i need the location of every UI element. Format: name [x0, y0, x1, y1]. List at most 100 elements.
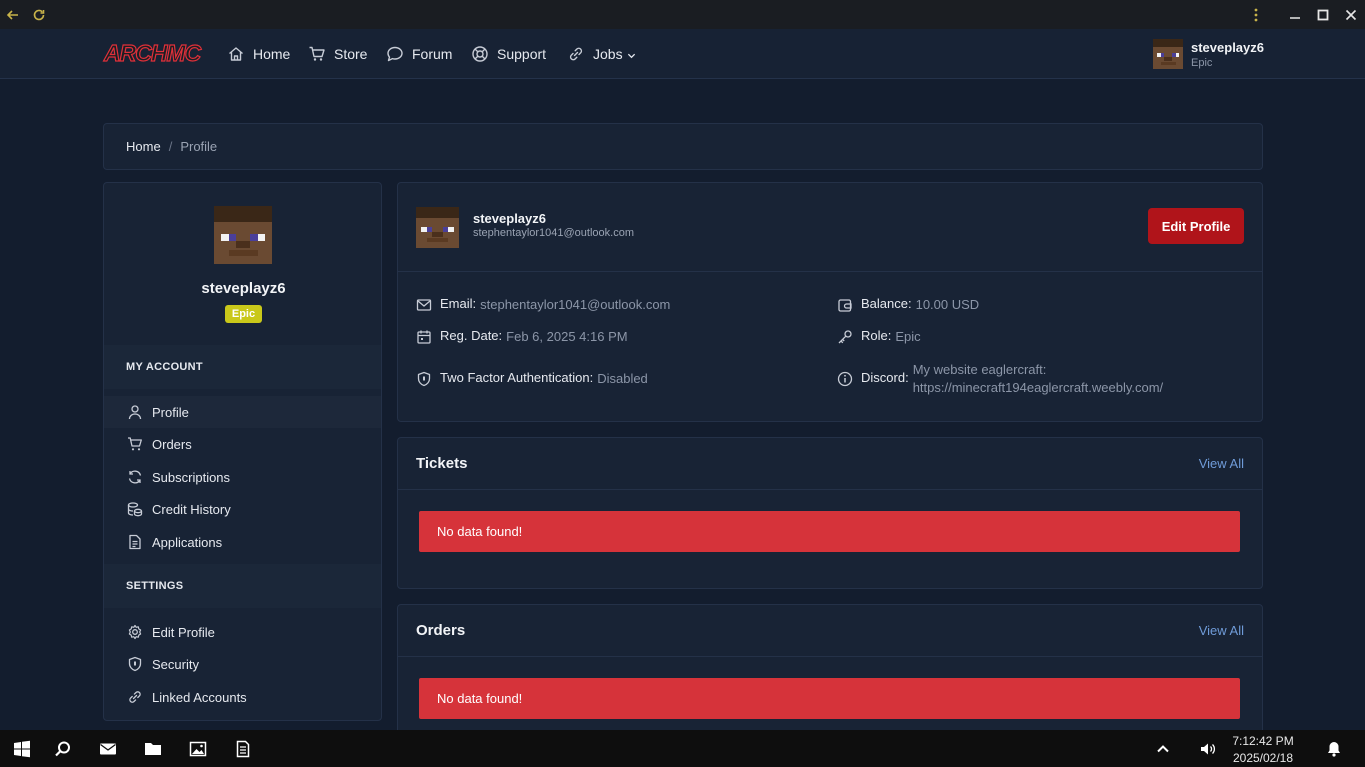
orders-empty-alert: No data found! — [419, 678, 1240, 719]
profile-info-card: steveplayz6 stephentaylor1041@outlook.co… — [397, 182, 1263, 422]
sidebar-item-label: Security — [152, 656, 199, 672]
browser-toolbar — [0, 0, 1365, 29]
link-icon — [569, 47, 583, 61]
divider — [398, 271, 1262, 272]
nav-jobs-label: Jobs — [593, 46, 623, 62]
home-icon — [229, 47, 243, 61]
sidebar-item-applications[interactable]: Applications — [104, 526, 381, 558]
nav-support[interactable]: Support — [471, 45, 546, 63]
profile-name: steveplayz6 — [473, 211, 546, 226]
start-icon[interactable] — [0, 730, 44, 767]
user-name: steveplayz6 — [1191, 40, 1264, 55]
tickets-card: Tickets View All No data found! — [397, 437, 1263, 589]
settings-heading: SETTINGS — [104, 564, 381, 608]
orders-view-all-link[interactable]: View All — [1199, 623, 1244, 638]
search-icon[interactable] — [41, 730, 85, 767]
rank-badge: Epic — [225, 305, 262, 323]
balance-field: Balance: 10.00 USD — [837, 296, 979, 314]
breadcrumb-separator: / — [168, 139, 173, 154]
clock-time: 7:12:42 PM — [1232, 734, 1294, 748]
site-navbar: ARCHMC Home Store Forum Support Jobs ste… — [0, 29, 1365, 79]
two-factor-value: Disabled — [597, 371, 648, 386]
discord-value: My website eaglercraft: https://minecraf… — [912, 362, 1164, 395]
user-role: Epic — [1191, 57, 1213, 69]
sidebar-item-label: Profile — [152, 404, 189, 420]
document-icon — [129, 534, 141, 550]
email-field: Email: stephentaylor1041@outlook.com — [416, 296, 670, 314]
profile-email: stephentaylor1041@outlook.com — [473, 227, 634, 239]
balance-value: 10.00 USD — [915, 297, 980, 312]
sidebar-item-orders[interactable]: Orders — [104, 428, 381, 460]
chat-icon — [387, 46, 403, 62]
shield-icon — [128, 656, 142, 672]
reg-date-value: Feb 6, 2025 4:16 PM — [506, 329, 628, 344]
orders-title: Orders — [416, 622, 466, 639]
document-icon[interactable] — [221, 730, 265, 767]
sidebar-item-label: Credit History — [152, 501, 231, 517]
link-icon — [129, 691, 141, 703]
volume-icon[interactable] — [1186, 730, 1230, 767]
close-icon[interactable] — [1337, 0, 1365, 29]
role-value: Epic — [895, 329, 921, 344]
cart-icon — [128, 437, 142, 451]
divider — [398, 656, 1262, 657]
avatar — [1153, 39, 1183, 69]
nav-home[interactable]: Home — [227, 45, 290, 63]
edit-profile-button[interactable]: Edit Profile — [1148, 208, 1244, 244]
sidebar-item-subscriptions[interactable]: Subscriptions — [104, 461, 381, 493]
two-factor-field: Two Factor Authentication: Disabled — [416, 370, 648, 388]
calendar-icon — [417, 330, 431, 344]
nav-home-label: Home — [253, 46, 291, 62]
kebab-menu-icon[interactable] — [1243, 0, 1269, 29]
user-icon — [128, 405, 142, 420]
reg-date-field: Reg. Date: Feb 6, 2025 4:16 PM — [416, 328, 628, 346]
reload-icon[interactable] — [26, 0, 52, 29]
sidebar-item-label: Edit Profile — [152, 624, 215, 640]
discord-field: Discord: My website eaglercraft: https:/… — [837, 362, 1177, 397]
breadcrumb: Home / Profile — [103, 123, 1263, 170]
nav-jobs[interactable]: Jobs — [567, 45, 636, 63]
sidebar-item-edit-profile[interactable]: Edit Profile — [104, 616, 381, 648]
lifebuoy-icon — [472, 46, 488, 62]
sidebar-item-label: Linked Accounts — [152, 689, 247, 705]
chevron-down-icon — [627, 53, 635, 59]
nav-forum[interactable]: Forum — [386, 45, 452, 63]
taskbar: 7:12:42 PM 2025/02/18 — [0, 730, 1365, 767]
info-icon — [837, 371, 853, 387]
sidebar-item-profile[interactable]: Profile — [104, 396, 381, 428]
taskbar-clock[interactable]: 7:12:42 PM 2025/02/18 — [1231, 733, 1295, 767]
gear-icon — [128, 624, 142, 640]
two-factor-label: Two Factor Authentication: — [440, 370, 594, 385]
my-account-heading: MY ACCOUNT — [104, 345, 381, 389]
sidebar-item-credit-history[interactable]: Credit History — [104, 493, 381, 525]
sidebar-item-security[interactable]: Security — [104, 648, 381, 680]
image-icon[interactable] — [176, 730, 220, 767]
minimize-icon[interactable] — [1281, 0, 1309, 29]
nav-store[interactable]: Store — [308, 45, 367, 63]
envelope-icon — [416, 299, 432, 311]
breadcrumb-home[interactable]: Home — [126, 139, 161, 154]
key-icon — [838, 330, 852, 344]
site-logo[interactable]: ARCHMC — [103, 39, 201, 67]
sidebar-item-label: Orders — [152, 436, 192, 452]
nav-support-label: Support — [497, 46, 547, 62]
cart-icon — [309, 46, 325, 61]
user-menu[interactable]: steveplayz6 Epic — [1153, 39, 1264, 69]
mail-icon[interactable] — [86, 730, 130, 767]
breadcrumb-current: Profile — [180, 139, 218, 154]
role-field: Role: Epic — [837, 328, 921, 346]
orders-card: Orders View All No data found! — [397, 604, 1263, 744]
chevron-up-icon[interactable] — [1141, 730, 1185, 767]
coins-icon — [127, 502, 143, 517]
arrow-left-icon[interactable] — [0, 0, 26, 29]
tickets-view-all-link[interactable]: View All — [1199, 456, 1244, 471]
shield-icon — [417, 371, 431, 387]
folder-icon[interactable] — [131, 730, 175, 767]
tickets-empty-alert: No data found! — [419, 511, 1240, 552]
tickets-title: Tickets — [416, 455, 468, 472]
maximize-icon[interactable] — [1309, 0, 1337, 29]
sidebar-item-linked-accounts[interactable]: Linked Accounts — [104, 681, 381, 713]
avatar — [416, 207, 459, 248]
nav-store-label: Store — [334, 46, 368, 62]
notification-bell-icon[interactable] — [1312, 730, 1356, 767]
